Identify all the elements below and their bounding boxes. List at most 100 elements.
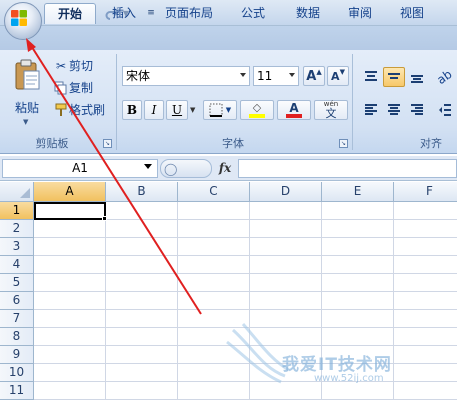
cell-c1[interactable] <box>178 202 250 220</box>
cell-f10[interactable] <box>394 364 457 382</box>
cell-c5[interactable] <box>178 274 250 292</box>
align-middle-button[interactable] <box>383 67 405 87</box>
cell-d5[interactable] <box>250 274 322 292</box>
font-size-combo[interactable]: 11 <box>253 66 299 86</box>
cell-b1[interactable] <box>106 202 178 220</box>
grow-font-button[interactable]: A ▲ <box>303 66 325 86</box>
column-header-c[interactable]: C <box>178 182 250 202</box>
cell-a7[interactable] <box>34 310 106 328</box>
column-header-e[interactable]: E <box>322 182 394 202</box>
cell-e2[interactable] <box>322 220 394 238</box>
align-top-button[interactable] <box>360 67 382 87</box>
tab-view[interactable]: 视图 <box>391 3 433 24</box>
cell-d8[interactable] <box>250 328 322 346</box>
cell-d2[interactable] <box>250 220 322 238</box>
cell-a9[interactable] <box>34 346 106 364</box>
fill-color-button[interactable]: ◇ <box>240 100 274 120</box>
cell-e6[interactable] <box>322 292 394 310</box>
font-color-button[interactable]: A <box>277 100 311 120</box>
cut-button[interactable]: ✂ 剪切 <box>52 56 112 75</box>
fill-handle[interactable] <box>102 216 107 221</box>
cell-c6[interactable] <box>178 292 250 310</box>
copy-button[interactable]: 复制 <box>52 78 112 97</box>
align-center-button[interactable] <box>383 100 405 120</box>
tab-review[interactable]: 审阅 <box>339 3 381 24</box>
cell-d4[interactable] <box>250 256 322 274</box>
cell-b6[interactable] <box>106 292 178 310</box>
cell-f4[interactable] <box>394 256 457 274</box>
cell-f2[interactable] <box>394 220 457 238</box>
tab-page-layout[interactable]: 页面布局 <box>157 3 221 24</box>
cell-b9[interactable] <box>106 346 178 364</box>
cell-b10[interactable] <box>106 364 178 382</box>
cell-a4[interactable] <box>34 256 106 274</box>
cell-a8[interactable] <box>34 328 106 346</box>
cell-f7[interactable] <box>394 310 457 328</box>
italic-button[interactable]: I <box>144 100 164 120</box>
row-header-10[interactable]: 10 <box>0 364 34 382</box>
row-header-6[interactable]: 6 <box>0 292 34 310</box>
underline-button[interactable]: U <box>166 100 188 120</box>
cell-b3[interactable] <box>106 238 178 256</box>
orientation-button[interactable]: ab <box>432 67 457 87</box>
format-painter-button[interactable]: 格式刷 <box>52 100 112 119</box>
cell-c9[interactable] <box>178 346 250 364</box>
cell-c2[interactable] <box>178 220 250 238</box>
cell-f1[interactable] <box>394 202 457 220</box>
row-header-7[interactable]: 7 <box>0 310 34 328</box>
cell-a5[interactable] <box>34 274 106 292</box>
cell-f8[interactable] <box>394 328 457 346</box>
cell-e5[interactable] <box>322 274 394 292</box>
cell-b11[interactable] <box>106 382 178 400</box>
cell-c8[interactable] <box>178 328 250 346</box>
column-header-b[interactable]: B <box>106 182 178 202</box>
cell-e4[interactable] <box>322 256 394 274</box>
formula-input[interactable] <box>238 159 457 178</box>
clipboard-dialog-launcher-icon[interactable]: ↘ <box>103 139 112 148</box>
name-box[interactable]: A1 <box>2 159 158 178</box>
align-bottom-button[interactable] <box>406 67 428 87</box>
cell-d3[interactable] <box>250 238 322 256</box>
shrink-font-button[interactable]: A ▼ <box>327 66 349 86</box>
cell-f5[interactable] <box>394 274 457 292</box>
cell-c4[interactable] <box>178 256 250 274</box>
font-dialog-launcher-icon[interactable]: ↘ <box>339 139 348 148</box>
bold-button[interactable]: B <box>122 100 142 120</box>
cell-d1[interactable] <box>250 202 322 220</box>
column-header-d[interactable]: D <box>250 182 322 202</box>
cell-d11[interactable] <box>250 382 322 400</box>
cell-e1[interactable] <box>322 202 394 220</box>
cell-c3[interactable] <box>178 238 250 256</box>
cell-d7[interactable] <box>250 310 322 328</box>
cell-a6[interactable] <box>34 292 106 310</box>
row-header-9[interactable]: 9 <box>0 346 34 364</box>
column-header-a[interactable]: A <box>34 182 106 202</box>
row-header-11[interactable]: 11 <box>0 382 34 400</box>
cell-a3[interactable] <box>34 238 106 256</box>
cell-b5[interactable] <box>106 274 178 292</box>
cell-b8[interactable] <box>106 328 178 346</box>
tab-formulas[interactable]: 公式 <box>232 3 274 24</box>
align-left-button[interactable] <box>360 100 382 120</box>
cell-a2[interactable] <box>34 220 106 238</box>
cell-d6[interactable] <box>250 292 322 310</box>
cell-f11[interactable] <box>394 382 457 400</box>
cell-b7[interactable] <box>106 310 178 328</box>
row-header-1[interactable]: 1 <box>0 202 34 220</box>
cell-c7[interactable] <box>178 310 250 328</box>
tab-insert[interactable]: 插入 <box>103 3 145 24</box>
column-header-f[interactable]: F <box>394 182 457 202</box>
row-header-8[interactable]: 8 <box>0 328 34 346</box>
cell-e7[interactable] <box>322 310 394 328</box>
cell-a11[interactable] <box>34 382 106 400</box>
row-header-4[interactable]: 4 <box>0 256 34 274</box>
underline-dropdown-icon[interactable]: ▼ <box>190 106 195 114</box>
cell-a10[interactable] <box>34 364 106 382</box>
customize-quick-access-icon[interactable]: ≡ <box>144 4 158 22</box>
name-box-dropdown-icon[interactable] <box>144 164 152 169</box>
font-name-combo[interactable]: 宋体 <box>122 66 250 86</box>
tab-data[interactable]: 数据 <box>287 3 329 24</box>
row-header-5[interactable]: 5 <box>0 274 34 292</box>
cell-b2[interactable] <box>106 220 178 238</box>
insert-function-icon[interactable]: fx <box>214 159 236 178</box>
